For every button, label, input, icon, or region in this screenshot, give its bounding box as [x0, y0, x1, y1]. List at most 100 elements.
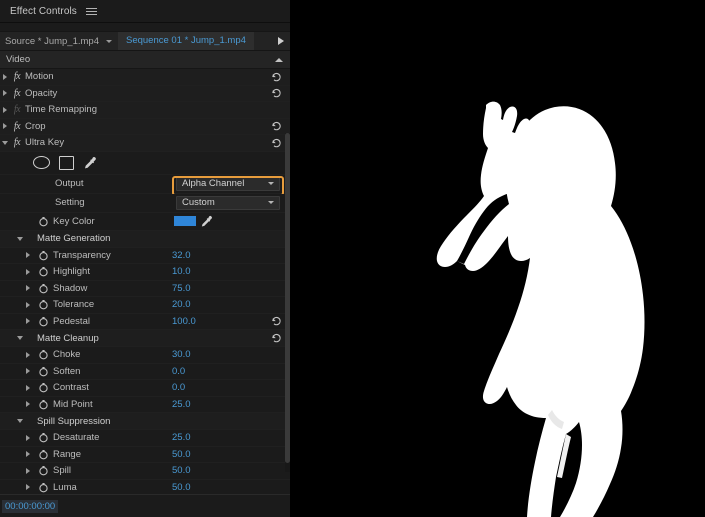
- param-row-soften[interactable]: Soften 0.0: [0, 364, 290, 381]
- chevron-right-icon[interactable]: [26, 252, 30, 258]
- param-label: Spill: [0, 465, 71, 476]
- rectangle-mask-icon[interactable]: [59, 156, 74, 170]
- chevron-right-icon[interactable]: [26, 451, 30, 457]
- stopwatch-icon[interactable]: [38, 216, 49, 227]
- param-value[interactable]: 50.0: [172, 482, 191, 493]
- disclosure-toggle[interactable]: [0, 123, 9, 129]
- param-row-transparency[interactable]: Transparency 32.0: [0, 248, 290, 265]
- eyedropper-icon[interactable]: [83, 156, 97, 170]
- output-label: Output: [0, 178, 84, 189]
- chevron-right-icon[interactable]: [26, 435, 30, 441]
- stopwatch-icon[interactable]: [38, 399, 49, 410]
- param-value[interactable]: 50.0: [172, 449, 191, 460]
- stopwatch-icon[interactable]: [38, 266, 49, 277]
- effect-row-opacity[interactable]: fx Opacity: [0, 86, 290, 103]
- param-row-mid-point[interactable]: Mid Point 25.0: [0, 397, 290, 414]
- ellipse-mask-icon[interactable]: [33, 156, 50, 169]
- chevron-up-icon[interactable]: [275, 58, 283, 62]
- chevron-right-icon[interactable]: [26, 352, 30, 358]
- stopwatch-icon[interactable]: [38, 366, 49, 377]
- param-value[interactable]: 75.0: [172, 283, 191, 294]
- param-row-contrast[interactable]: Contrast 0.0: [0, 380, 290, 397]
- disclosure-toggle[interactable]: [0, 107, 9, 113]
- alpha-matte-preview: [290, 0, 705, 517]
- chevron-right-icon[interactable]: [26, 484, 30, 490]
- effect-row-motion[interactable]: fx Motion: [0, 69, 290, 86]
- chevron-down-icon[interactable]: [17, 419, 23, 423]
- stopwatch-icon[interactable]: [38, 299, 49, 310]
- effect-row-crop[interactable]: fx Crop: [0, 119, 290, 136]
- param-value[interactable]: 20.0: [172, 299, 191, 310]
- setting-dropdown[interactable]: Custom: [176, 196, 280, 210]
- param-row-desaturate[interactable]: Desaturate 25.0: [0, 430, 290, 447]
- param-row-shadow[interactable]: Shadow 75.0: [0, 281, 290, 298]
- play-forward-icon[interactable]: [278, 37, 284, 45]
- stopwatch-icon[interactable]: [38, 382, 49, 393]
- stopwatch-icon[interactable]: [38, 316, 49, 327]
- disclosure-toggle[interactable]: [0, 90, 9, 96]
- reset-icon[interactable]: [271, 121, 282, 131]
- param-row-choke[interactable]: Choke 30.0: [0, 347, 290, 364]
- param-value[interactable]: 0.0: [172, 382, 185, 393]
- stopwatch-icon[interactable]: [38, 250, 49, 261]
- chevron-right-icon[interactable]: [26, 368, 30, 374]
- hamburger-menu-icon[interactable]: [86, 8, 97, 15]
- program-monitor[interactable]: [290, 0, 705, 517]
- video-group-header[interactable]: Video: [0, 51, 290, 69]
- reset-icon[interactable]: [271, 72, 282, 82]
- param-row-range[interactable]: Range 50.0: [0, 447, 290, 464]
- param-value[interactable]: 0.0: [172, 366, 185, 377]
- chevron-right-icon[interactable]: [26, 401, 30, 407]
- effect-label: Time Remapping: [25, 104, 97, 115]
- reset-icon[interactable]: [271, 88, 282, 98]
- stopwatch-icon[interactable]: [38, 283, 49, 294]
- param-value[interactable]: 32.0: [172, 250, 191, 261]
- disclosure-toggle[interactable]: [0, 141, 9, 145]
- param-value[interactable]: 25.0: [172, 399, 191, 410]
- param-value[interactable]: 50.0: [172, 465, 191, 476]
- key-color-swatch[interactable]: [173, 215, 197, 227]
- chevron-down-icon[interactable]: [106, 40, 112, 43]
- effect-label: Opacity: [25, 88, 57, 99]
- group-row-matte-generation[interactable]: Matte Generation: [0, 231, 290, 248]
- chevron-right-icon[interactable]: [26, 269, 30, 275]
- disclosure-toggle[interactable]: [0, 74, 9, 80]
- param-value[interactable]: 30.0: [172, 349, 191, 360]
- chevron-right-icon[interactable]: [26, 385, 30, 391]
- reset-icon[interactable]: [271, 333, 282, 343]
- effect-row-ultra-key[interactable]: fx Ultra Key: [0, 135, 290, 152]
- chevron-right-icon[interactable]: [26, 285, 30, 291]
- param-value[interactable]: 10.0: [172, 266, 191, 277]
- reset-icon[interactable]: [271, 138, 282, 148]
- chevron-down-icon[interactable]: [17, 336, 23, 340]
- group-row-spill-suppression[interactable]: Spill Suppression: [0, 413, 290, 430]
- effect-controls-panel: Effect Controls Source * Jump_1.mp4 Sequ…: [0, 0, 290, 517]
- param-row-luma[interactable]: Luma 50.0: [0, 480, 290, 495]
- stopwatch-icon[interactable]: [38, 465, 49, 476]
- eyedropper-icon[interactable]: [200, 215, 213, 228]
- param-row-tolerance[interactable]: Tolerance 20.0: [0, 297, 290, 314]
- param-row-pedestal[interactable]: Pedestal 100.0: [0, 314, 290, 331]
- param-row-highlight[interactable]: Highlight 10.0: [0, 264, 290, 281]
- param-row-spill[interactable]: Spill 50.0: [0, 463, 290, 480]
- effect-row-time-remapping[interactable]: fx Time Remapping: [0, 102, 290, 119]
- chevron-right-icon[interactable]: [26, 318, 30, 324]
- stopwatch-icon[interactable]: [38, 449, 49, 460]
- tab-sequence-clip[interactable]: Sequence 01 * Jump_1.mp4: [118, 32, 254, 50]
- chevron-right-icon[interactable]: [26, 468, 30, 474]
- setting-row: Setting Custom: [0, 194, 290, 213]
- param-value[interactable]: 100.0: [172, 316, 196, 327]
- setting-value: Custom: [182, 197, 215, 208]
- param-value[interactable]: 25.0: [172, 432, 191, 443]
- timecode-bar: 00:00:00:00: [0, 494, 290, 517]
- chevron-down-icon[interactable]: [17, 237, 23, 241]
- chevron-right-icon[interactable]: [26, 302, 30, 308]
- output-dropdown[interactable]: Alpha Channel: [176, 177, 280, 191]
- tab-source-clip[interactable]: Source * Jump_1.mp4: [0, 36, 99, 47]
- stopwatch-icon[interactable]: [38, 349, 49, 360]
- reset-icon[interactable]: [271, 316, 282, 326]
- group-row-matte-cleanup[interactable]: Matte Cleanup: [0, 330, 290, 347]
- timecode-display[interactable]: 00:00:00:00: [2, 500, 58, 513]
- stopwatch-icon[interactable]: [38, 482, 49, 493]
- stopwatch-icon[interactable]: [38, 432, 49, 443]
